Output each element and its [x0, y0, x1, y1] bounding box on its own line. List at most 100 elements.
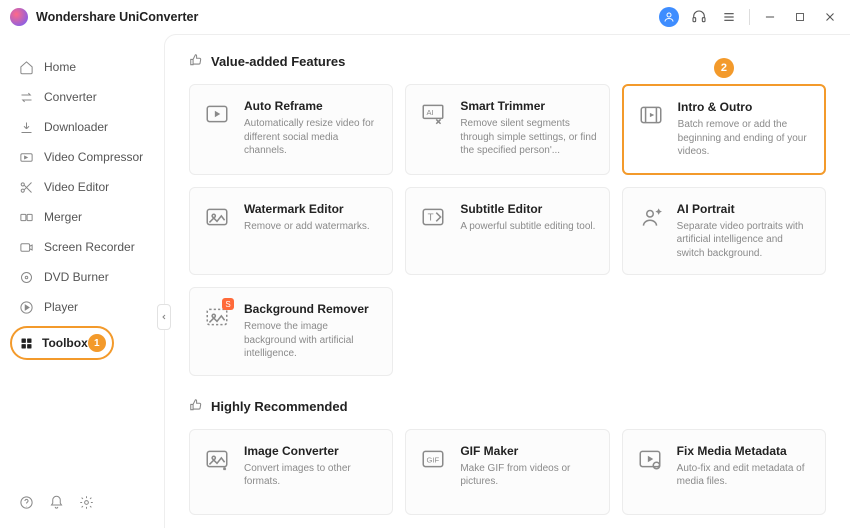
- svg-text:T: T: [428, 212, 434, 223]
- merger-icon: [18, 209, 34, 225]
- sidebar-item-video-editor[interactable]: Video Editor: [0, 172, 164, 202]
- sidebar-item-label: Home: [44, 60, 76, 74]
- card-desc: Separate video portraits with artificial…: [677, 220, 813, 261]
- sidebar-item-label: Player: [44, 300, 78, 314]
- app-logo-icon: [10, 8, 28, 26]
- annotation-marker-1: 1: [88, 334, 106, 352]
- section-title: Highly Recommended: [211, 399, 348, 414]
- disc-icon: [18, 269, 34, 285]
- converter-icon: [18, 89, 34, 105]
- card-title: Watermark Editor: [244, 202, 380, 216]
- sidebar-item-toolbox[interactable]: Toolbox 1: [10, 326, 114, 360]
- menu-button[interactable]: [719, 7, 739, 27]
- sidebar-item-downloader[interactable]: Downloader: [0, 112, 164, 142]
- account-button[interactable]: [659, 7, 679, 27]
- bell-icon[interactable]: [48, 494, 64, 510]
- sidebar-item-label: Screen Recorder: [44, 240, 135, 254]
- divider: [749, 9, 750, 25]
- card-desc: Batch remove or add the beginning and en…: [678, 118, 812, 159]
- sidebar-item-label: Converter: [44, 90, 97, 104]
- thumbs-up-icon: [189, 398, 203, 415]
- card-intro-outro[interactable]: 2 Intro & Outro Batch remove or add the …: [622, 84, 826, 175]
- smart-trimmer-icon: AI: [418, 99, 448, 160]
- card-gif-maker[interactable]: GIF GIF Maker Make GIF from videos or pi…: [405, 429, 609, 515]
- card-desc: Make GIF from videos or pictures.: [460, 462, 596, 489]
- card-title: Auto Reframe: [244, 99, 380, 113]
- sidebar-item-label: DVD Burner: [44, 270, 109, 284]
- section-title: Value-added Features: [211, 54, 345, 69]
- main-content: Value-added Features Auto Reframe Automa…: [164, 34, 850, 528]
- auto-reframe-icon: [202, 99, 232, 160]
- card-title: Intro & Outro: [678, 100, 812, 114]
- sidebar-item-screen-recorder[interactable]: Screen Recorder: [0, 232, 164, 262]
- card-title: Fix Media Metadata: [677, 444, 813, 458]
- thumbs-up-icon: [189, 53, 203, 70]
- download-icon: [18, 119, 34, 135]
- image-converter-icon: [202, 444, 232, 500]
- card-title: Subtitle Editor: [460, 202, 596, 216]
- sidebar-item-player[interactable]: Player: [0, 292, 164, 322]
- settings-icon[interactable]: [78, 494, 94, 510]
- card-image-converter[interactable]: Image Converter Convert images to other …: [189, 429, 393, 515]
- collapse-sidebar-button[interactable]: [157, 304, 171, 330]
- bg-remover-icon: S: [202, 302, 232, 361]
- headset-icon[interactable]: [689, 7, 709, 27]
- toolbox-icon: [18, 335, 34, 351]
- card-desc: Automatically resize video for different…: [244, 117, 380, 158]
- titlebar-controls: [659, 7, 840, 27]
- card-ai-portrait[interactable]: AI Portrait Separate video portraits wit…: [622, 187, 826, 276]
- card-desc: Remove silent segments through simple se…: [460, 117, 596, 158]
- card-smart-trimmer[interactable]: AI Smart Trimmer Remove silent segments …: [405, 84, 609, 175]
- card-desc: Remove the image background with artific…: [244, 320, 380, 361]
- sidebar-item-toolbox-wrap: Toolbox 1: [0, 326, 164, 360]
- intro-outro-icon: [636, 100, 666, 159]
- scissors-icon: [18, 179, 34, 195]
- card-watermark-editor[interactable]: Watermark Editor Remove or add watermark…: [189, 187, 393, 276]
- minimize-button[interactable]: [760, 7, 780, 27]
- sidebar-item-converter[interactable]: Converter: [0, 82, 164, 112]
- sidebar-item-merger[interactable]: Merger: [0, 202, 164, 232]
- svg-text:AI: AI: [427, 108, 434, 117]
- home-icon: [18, 59, 34, 75]
- card-desc: Convert images to other formats.: [244, 462, 380, 489]
- badge-s: S: [222, 298, 234, 310]
- app-title: Wondershare UniConverter: [36, 10, 198, 24]
- card-title: AI Portrait: [677, 202, 813, 216]
- sidebar-footer: [0, 494, 164, 520]
- card-title: Smart Trimmer: [460, 99, 596, 113]
- card-title: Image Converter: [244, 444, 380, 458]
- rec-grid: Image Converter Convert images to other …: [189, 429, 826, 515]
- svg-text:GIF: GIF: [427, 455, 440, 464]
- sidebar-item-home[interactable]: Home: [0, 52, 164, 82]
- card-fix-metadata[interactable]: Fix Media Metadata Auto-fix and edit met…: [622, 429, 826, 515]
- play-icon: [18, 299, 34, 315]
- card-title: Background Remover: [244, 302, 380, 316]
- ai-portrait-icon: [635, 202, 665, 261]
- close-button[interactable]: [820, 7, 840, 27]
- sidebar-item-video-compressor[interactable]: Video Compressor: [0, 142, 164, 172]
- section-header-rec: Highly Recommended: [189, 398, 826, 415]
- nav-list: Home Converter Downloader Video Compress…: [0, 52, 164, 494]
- annotation-marker-2: 2: [714, 58, 734, 78]
- maximize-button[interactable]: [790, 7, 810, 27]
- value-grid: Auto Reframe Automatically resize video …: [189, 84, 826, 376]
- container: Home Converter Downloader Video Compress…: [0, 34, 850, 528]
- sidebar-item-label: Merger: [44, 210, 82, 224]
- watermark-icon: [202, 202, 232, 261]
- gif-maker-icon: GIF: [418, 444, 448, 500]
- titlebar: Wondershare UniConverter: [0, 0, 850, 34]
- card-title: GIF Maker: [460, 444, 596, 458]
- sidebar-item-label: Video Editor: [44, 180, 109, 194]
- help-icon[interactable]: [18, 494, 34, 510]
- sidebar-item-dvd-burner[interactable]: DVD Burner: [0, 262, 164, 292]
- subtitle-icon: T: [418, 202, 448, 261]
- recorder-icon: [18, 239, 34, 255]
- card-subtitle-editor[interactable]: T Subtitle Editor A powerful subtitle ed…: [405, 187, 609, 276]
- card-background-remover[interactable]: S Background Remover Remove the image ba…: [189, 287, 393, 376]
- card-desc: A powerful subtitle editing tool.: [460, 220, 596, 234]
- card-desc: Remove or add watermarks.: [244, 220, 380, 234]
- sidebar-item-label: Video Compressor: [44, 150, 143, 164]
- metadata-icon: [635, 444, 665, 500]
- sidebar-item-label: Downloader: [44, 120, 108, 134]
- card-auto-reframe[interactable]: Auto Reframe Automatically resize video …: [189, 84, 393, 175]
